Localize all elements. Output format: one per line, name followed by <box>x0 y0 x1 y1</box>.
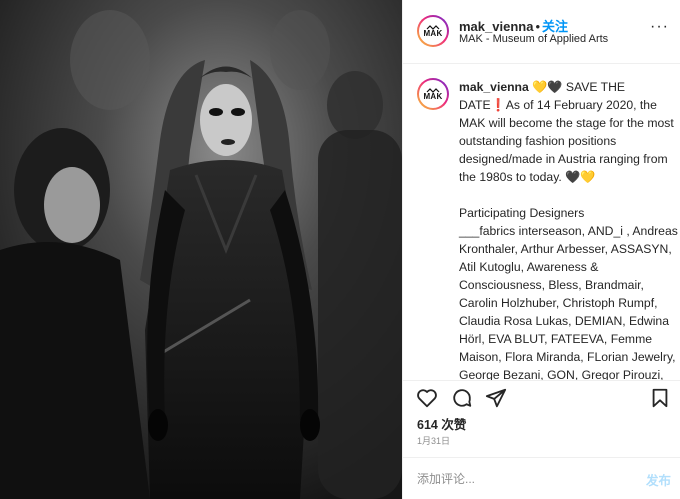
fashion-photo-illustration <box>0 0 402 499</box>
post-side-panel: MAK mak_vienna • 关注 MAK - Museum of Applie… <box>402 0 680 499</box>
comment-box: 发布 <box>403 457 680 499</box>
follow-button[interactable]: 关注 <box>542 19 568 34</box>
post-comment-button[interactable]: 发布 <box>646 470 671 489</box>
action-bar <box>403 380 680 416</box>
profile-avatar[interactable]: MAK <box>417 15 449 47</box>
caption-text: mak_vienna 💛🖤 SAVE THE DATE❗As of 14 Feb… <box>459 78 680 380</box>
avatar-logo-text: MAK <box>423 91 443 101</box>
caption-avatar[interactable]: MAK <box>417 78 449 110</box>
bookmark-icon[interactable] <box>649 387 671 409</box>
post-photo[interactable] <box>0 0 402 499</box>
caption-body: 💛🖤 SAVE THE DATE❗As of 14 February 2020,… <box>459 80 678 380</box>
header-username[interactable]: mak_vienna <box>459 19 533 34</box>
comment-input[interactable] <box>417 470 617 488</box>
location-link[interactable]: MAK - Museum of Applied Arts <box>459 33 608 45</box>
caption-username[interactable]: mak_vienna <box>459 80 529 94</box>
separator-dot: • <box>535 19 540 34</box>
caption-area: MAK mak_vienna 💛🖤 SAVE THE DATE❗As of 14… <box>403 64 680 380</box>
heart-icon[interactable] <box>416 387 438 409</box>
more-options-icon[interactable]: ··· <box>650 18 669 36</box>
post-header: MAK mak_vienna • 关注 MAK - Museum of Applie… <box>403 0 680 64</box>
post-date[interactable]: 1月31日 <box>417 434 450 447</box>
avatar-logo-text: MAK <box>423 28 443 38</box>
comment-bubble-icon[interactable] <box>451 387 473 409</box>
paper-plane-icon[interactable] <box>485 387 507 409</box>
likes-count[interactable]: 614 次赞 <box>417 414 466 433</box>
